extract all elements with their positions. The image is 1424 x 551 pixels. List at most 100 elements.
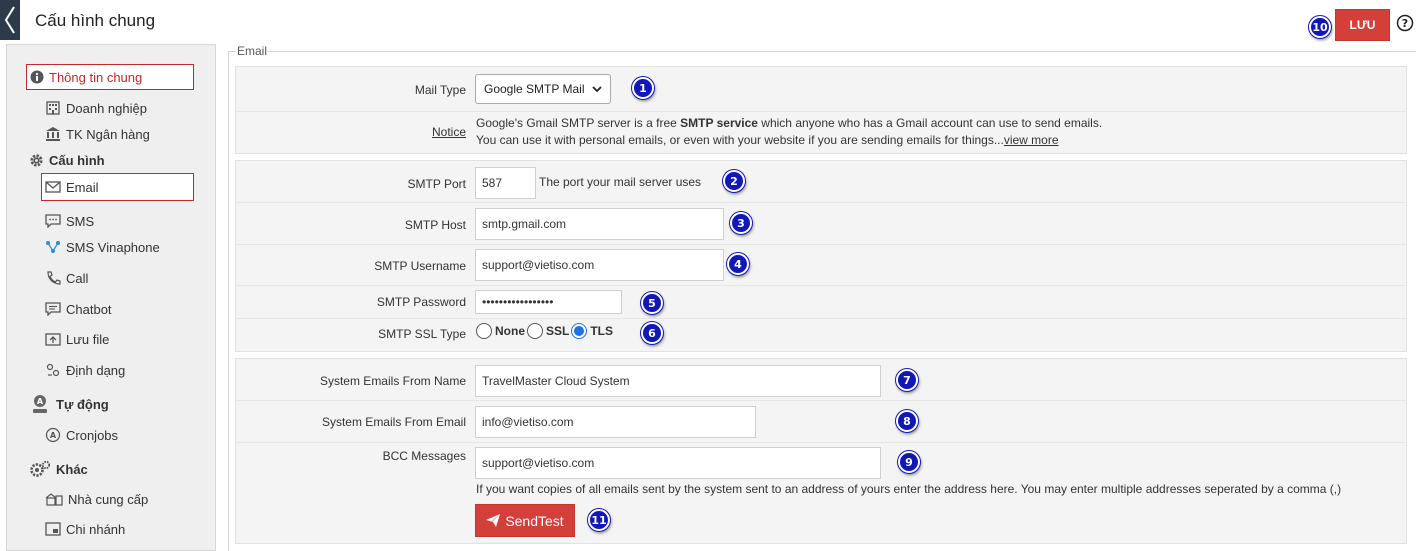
sidebar-item-label: Call	[66, 270, 89, 286]
bank-icon	[46, 127, 60, 141]
smtp-port-input[interactable]	[475, 167, 536, 199]
from-email-label: System Emails From Email	[321, 415, 466, 429]
ssl-option-none[interactable]: None	[476, 323, 525, 339]
sidebar-item-sms-vinaphone[interactable]: SMS Vinaphone	[45, 238, 160, 256]
sidebar-item-enterprise[interactable]: Doanh nghiệp	[45, 99, 147, 117]
back-button[interactable]	[0, 0, 20, 40]
smtp-host-input[interactable]	[475, 208, 724, 240]
share-icon	[46, 241, 60, 253]
smtp-password-input[interactable]	[475, 290, 622, 314]
sidebar-item-chatbot[interactable]: Chatbot	[45, 300, 112, 318]
annotation-badge-8: 8	[896, 410, 918, 432]
notice-text: Google's Gmail SMTP server is a free	[476, 116, 681, 130]
row-divider	[236, 318, 1406, 319]
chat-icon	[45, 302, 61, 316]
annotation-badge-9: 9	[898, 451, 920, 473]
from-email-input[interactable]	[475, 406, 756, 438]
sidebar-item-cronjobs[interactable]: A Cronjobs	[45, 426, 118, 444]
sidebar-item-supplier[interactable]: Nhà cung cấp	[45, 490, 148, 508]
row-divider	[236, 244, 1406, 245]
sidebar-item-bank-account[interactable]: TK Ngân hàng	[45, 125, 150, 143]
gears-icon	[30, 460, 51, 477]
sidebar-item-file-storage[interactable]: Lưu file	[45, 330, 109, 348]
annotation-badge-3: 3	[730, 212, 752, 234]
radio-label: None	[495, 324, 525, 338]
smtp-username-input[interactable]	[475, 249, 724, 281]
paper-plane-icon	[486, 514, 501, 527]
radio-circle	[476, 323, 492, 339]
bcc-input[interactable]	[475, 447, 881, 479]
mail-type-label: Mail Type	[414, 83, 466, 97]
sidebar-item-sms[interactable]: SMS	[45, 212, 94, 230]
svg-text:A: A	[37, 397, 44, 406]
smtp-port-hint: The port your mail server uses	[539, 175, 702, 189]
notice-bold: SMTP service	[680, 116, 758, 130]
sidebar-group-label: Khác	[56, 461, 88, 477]
page-title: Cấu hình chung	[35, 11, 156, 30]
auto-icon: A	[33, 395, 47, 413]
sidebar-item-general-info[interactable]: Thông tin chung	[26, 64, 194, 90]
radio-circle	[527, 323, 543, 339]
row-divider	[236, 111, 1406, 112]
supplier-icon	[45, 493, 63, 506]
row-divider	[236, 442, 1406, 443]
sidebar-item-label: SMS Vinaphone	[66, 239, 160, 255]
smtp-username-label: SMTP Username	[374, 259, 466, 273]
phone-icon	[47, 271, 61, 285]
sidebar-item-label: Nhà cung cấp	[68, 491, 149, 507]
sidebar-item-label: Doanh nghiệp	[66, 100, 147, 116]
sms-icon	[45, 214, 61, 228]
sidebar-item-label: SMS	[66, 213, 95, 229]
sidebar-item-call[interactable]: Call	[45, 269, 88, 287]
annotation-badge-1: 1	[632, 77, 654, 99]
svg-text:A: A	[50, 431, 57, 440]
ssl-option-tls[interactable]: TLS	[571, 323, 613, 339]
from-name-label: System Emails From Name	[319, 374, 466, 388]
send-test-button[interactable]: SendTest	[475, 504, 575, 537]
radio-label: TLS	[590, 324, 614, 338]
sidebar-item-label: Chi nhánh	[66, 521, 126, 537]
smtp-port-label: SMTP Port	[407, 177, 466, 191]
notice-link[interactable]: Notice	[432, 125, 466, 139]
notice-text-post: which anyone who has a Gmail account can…	[757, 116, 1103, 130]
annotation-badge-5: 5	[641, 292, 663, 314]
mail-type-select[interactable]: Google SMTP Mail	[475, 74, 612, 104]
smtp-ssl-label: SMTP SSL Type	[378, 327, 466, 341]
sidebar-item-label: Lưu file	[66, 331, 110, 347]
sidebar-group-other: Khác	[29, 459, 88, 479]
row-divider	[236, 202, 1406, 203]
view-more-link[interactable]: view more	[1004, 133, 1059, 147]
sidebar-item-label: Email	[66, 179, 99, 195]
row-divider	[236, 285, 1406, 286]
sidebar-item-branch[interactable]: Chi nhánh	[45, 520, 125, 538]
sidebar-item-label: Thông tin chung	[49, 69, 143, 85]
sidebar-item-format[interactable]: Định dạng	[45, 361, 125, 379]
save-button[interactable]: LƯU	[1335, 9, 1390, 41]
bcc-label: BCC Messages	[382, 449, 466, 463]
from-name-input[interactable]	[475, 365, 881, 397]
row-divider	[236, 400, 1406, 401]
ssl-option-ssl[interactable]: SSL	[527, 323, 569, 339]
notice-label-wrap: Notice	[330, 125, 466, 139]
mail-type-value: Google SMTP Mail	[484, 82, 585, 96]
sidebar-group-config: Cấu hình	[29, 151, 105, 169]
svg-text:?: ?	[1402, 17, 1408, 30]
sidebar-group-label: Tự động	[56, 396, 109, 412]
smtp-password-label: SMTP Password	[376, 295, 466, 309]
annotation-badge-10: 10	[1309, 16, 1331, 38]
notice-line-1: Google's Gmail SMTP server is a free SMT…	[476, 116, 1102, 130]
info-icon	[30, 70, 44, 84]
header: Cấu hình chung 10 LƯU ?	[0, 0, 1424, 41]
help-icon[interactable]: ?	[1396, 14, 1414, 32]
fieldset-legend: Email	[236, 44, 269, 58]
sidebar-item-label: Chatbot	[66, 301, 112, 317]
notice-text-2: You can use it with personal emails, or …	[476, 133, 1004, 147]
sidebar-item-email[interactable]: Email	[41, 173, 194, 201]
annotation-badge-4: 4	[727, 253, 749, 275]
cron-icon: A	[45, 427, 61, 443]
sidebar-group-label: Cấu hình	[49, 152, 105, 168]
sidebar-group-automation: A Tự động	[29, 393, 109, 415]
chevron-down-icon	[592, 85, 603, 92]
gear-icon	[30, 153, 43, 167]
radio-circle-selected	[571, 323, 588, 339]
